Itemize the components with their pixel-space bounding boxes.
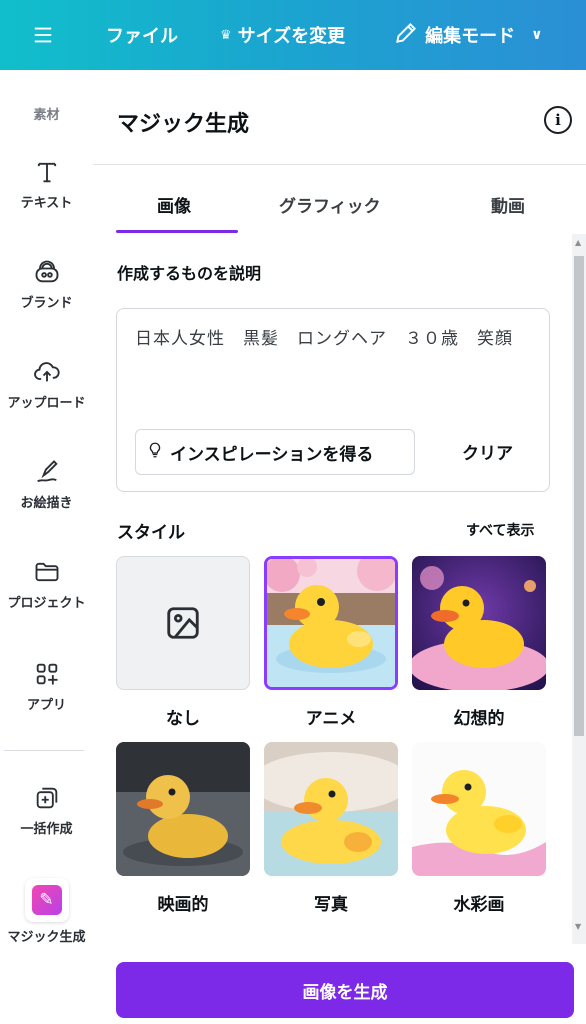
left-sidebar: 素材 テキスト ブランド アップロード お絵描き プロジェクト アプリ 一括作成… [0,70,93,1024]
chevron-down-icon: ∨ [531,27,543,43]
edit-mode-dropdown[interactable]: 編集モード ∨ [393,20,543,51]
panel-title: マジック生成 [117,112,250,137]
image-icon [164,604,202,642]
describe-label: 作成するものを説明 [117,264,262,283]
file-menu-label: ファイル [106,26,178,47]
prompt-text[interactable]: 日本人女性 黒髪 ロングヘア ３０歳 笑顔 [135,325,535,353]
sidebar-item-apps[interactable]: アプリ [0,658,93,713]
crown-icon: ♛ [220,27,232,43]
pencil-icon [393,20,419,51]
style-card-watercolor[interactable] [412,742,546,876]
sidebar-divider [4,750,84,751]
tab-image[interactable]: 画像 [157,192,191,217]
style-card-photo[interactable] [264,742,398,876]
cinematic-duck-thumbnail [116,742,250,876]
sidebar-item-label: ブランド [20,296,73,311]
sidebar-item-upload[interactable]: アップロード [0,356,93,411]
style-label-watercolor: 水彩画 [453,895,505,915]
clear-button[interactable]: クリア [462,439,513,464]
scrollbar-thumb[interactable] [574,256,584,736]
sidebar-item-projects[interactable]: プロジェクト [0,556,93,611]
tab-graphic[interactable]: グラフィック [279,192,381,217]
inspiration-button[interactable]: インスピレーションを得る [135,429,415,475]
sidebar-item-label: プロジェクト [7,596,86,611]
active-tab-indicator [116,230,238,233]
panel-divider [93,164,586,165]
apps-icon [0,658,93,690]
sidebar-item-label: マジック生成 [7,930,86,945]
sidebar-item-elements[interactable]: 素材 [0,100,93,123]
generate-image-button[interactable]: 画像を生成 [116,962,574,1018]
draw-icon [0,456,93,488]
folder-icon [0,556,93,588]
resize-button[interactable]: ♛ サイズを変更 [220,22,345,48]
sidebar-item-label: 素材 [33,108,60,123]
style-label-cinematic: 映画的 [157,895,209,915]
inspiration-label: インスピレーションを得る [170,444,374,465]
magic-generate-icon: ✎ [24,878,69,922]
sidebar-item-label: アップロード [7,396,86,411]
style-card-fantasy[interactable] [412,556,546,690]
tab-video[interactable]: 動画 [491,192,525,217]
style-card-anime[interactable] [264,556,398,690]
sidebar-item-label: お絵描き [20,496,73,511]
sidebar-item-label: アプリ [26,698,66,713]
style-label-fantasy: 幻想的 [453,709,505,729]
bulk-create-icon [0,782,93,814]
top-bar: ファイル ♛ サイズを変更 編集モード ∨ [0,0,586,70]
sidebar-item-draw[interactable]: お絵描き [0,456,93,511]
anime-duck-thumbnail [267,559,395,687]
upload-icon [0,356,93,388]
show-all-link[interactable]: すべて表示 [466,520,534,540]
resize-label: サイズを変更 [237,26,346,47]
lightbulb-icon [146,441,164,464]
style-card-cinematic[interactable] [116,742,250,876]
sidebar-item-magic-generate[interactable]: ✎ マジック生成 [0,878,93,945]
style-label-anime: アニメ [305,709,357,729]
text-icon [0,156,93,188]
prompt-textarea[interactable]: 日本人女性 黒髪 ロングヘア ３０歳 笑顔 インスピレーションを得る クリア [116,308,550,492]
menu-icon[interactable] [0,0,86,70]
style-label-none: なし [166,709,200,729]
sidebar-item-brand[interactable]: ブランド [0,256,93,311]
style-section-label: スタイル [117,523,185,543]
photo-duck-thumbnail [264,742,398,876]
sidebar-item-bulk-create[interactable]: 一括作成 [0,782,93,837]
info-icon[interactable]: i [544,106,572,134]
scroll-up-icon[interactable]: ▲ [575,238,581,247]
sidebar-item-label: 一括作成 [20,822,73,837]
sidebar-item-label: テキスト [20,196,73,211]
file-menu[interactable]: ファイル [106,22,178,48]
tab-bar: 画像 グラフィック 動画 [93,180,586,235]
watercolor-duck-thumbnail [412,742,546,876]
style-card-none[interactable] [116,556,250,690]
style-label-photo: 写真 [314,895,348,915]
scroll-down-icon[interactable]: ▼ [575,922,581,931]
magic-generate-panel: マジック生成 i 画像 グラフィック 動画 ▲ ▼ 作成するものを説明 日本人女… [93,70,586,1024]
fantasy-duck-thumbnail [412,556,546,690]
brand-icon [0,256,93,288]
edit-mode-label: 編集モード [425,26,516,47]
sidebar-item-text[interactable]: テキスト [0,156,93,211]
